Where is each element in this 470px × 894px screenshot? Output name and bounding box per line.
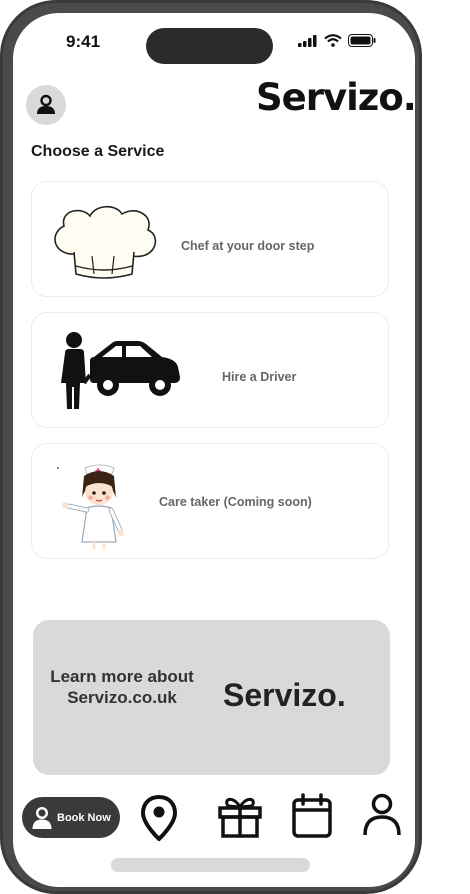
gift-icon[interactable] xyxy=(217,793,263,839)
promo-banner[interactable]: Learn more about Servizo.co.uk Servizo. xyxy=(33,620,390,775)
status-time: 9:41 xyxy=(66,32,101,51)
signal-icon xyxy=(298,34,317,47)
service-label-chef: Chef at your door step xyxy=(181,239,315,253)
user-icon xyxy=(32,806,52,829)
driver-car-icon xyxy=(61,332,180,409)
service-card-chef[interactable]: Chef at your door step xyxy=(31,181,389,297)
location-pin-icon[interactable] xyxy=(140,794,178,842)
profile-icon[interactable] xyxy=(362,793,402,837)
caretaker-illustration xyxy=(57,464,124,549)
home-indicator[interactable] xyxy=(111,858,310,872)
service-card-driver[interactable]: Hire a Driver xyxy=(31,312,389,428)
promo-learn-more[interactable]: Learn more about Servizo.co.uk xyxy=(47,666,197,708)
brand-logo: Servizo. xyxy=(256,76,417,119)
chef-hat-icon xyxy=(54,205,157,279)
user-icon xyxy=(37,94,55,114)
page-title: Choose a Service xyxy=(31,143,165,160)
profile-avatar-button[interactable] xyxy=(26,85,66,125)
promo-brand: Servizo. xyxy=(223,677,346,713)
service-label-driver: Hire a Driver xyxy=(222,370,297,384)
service-card-caretaker[interactable]: Care taker (Coming soon) xyxy=(31,443,389,559)
status-icons xyxy=(298,34,376,47)
dynamic-island xyxy=(146,28,273,64)
book-now-button[interactable]: Book Now xyxy=(22,797,120,838)
book-now-label: Book Now xyxy=(57,811,111,824)
calendar-icon[interactable] xyxy=(291,793,333,839)
wifi-icon xyxy=(324,34,342,47)
service-label-caretaker: Care taker (Coming soon) xyxy=(159,495,312,509)
battery-icon xyxy=(348,34,376,47)
